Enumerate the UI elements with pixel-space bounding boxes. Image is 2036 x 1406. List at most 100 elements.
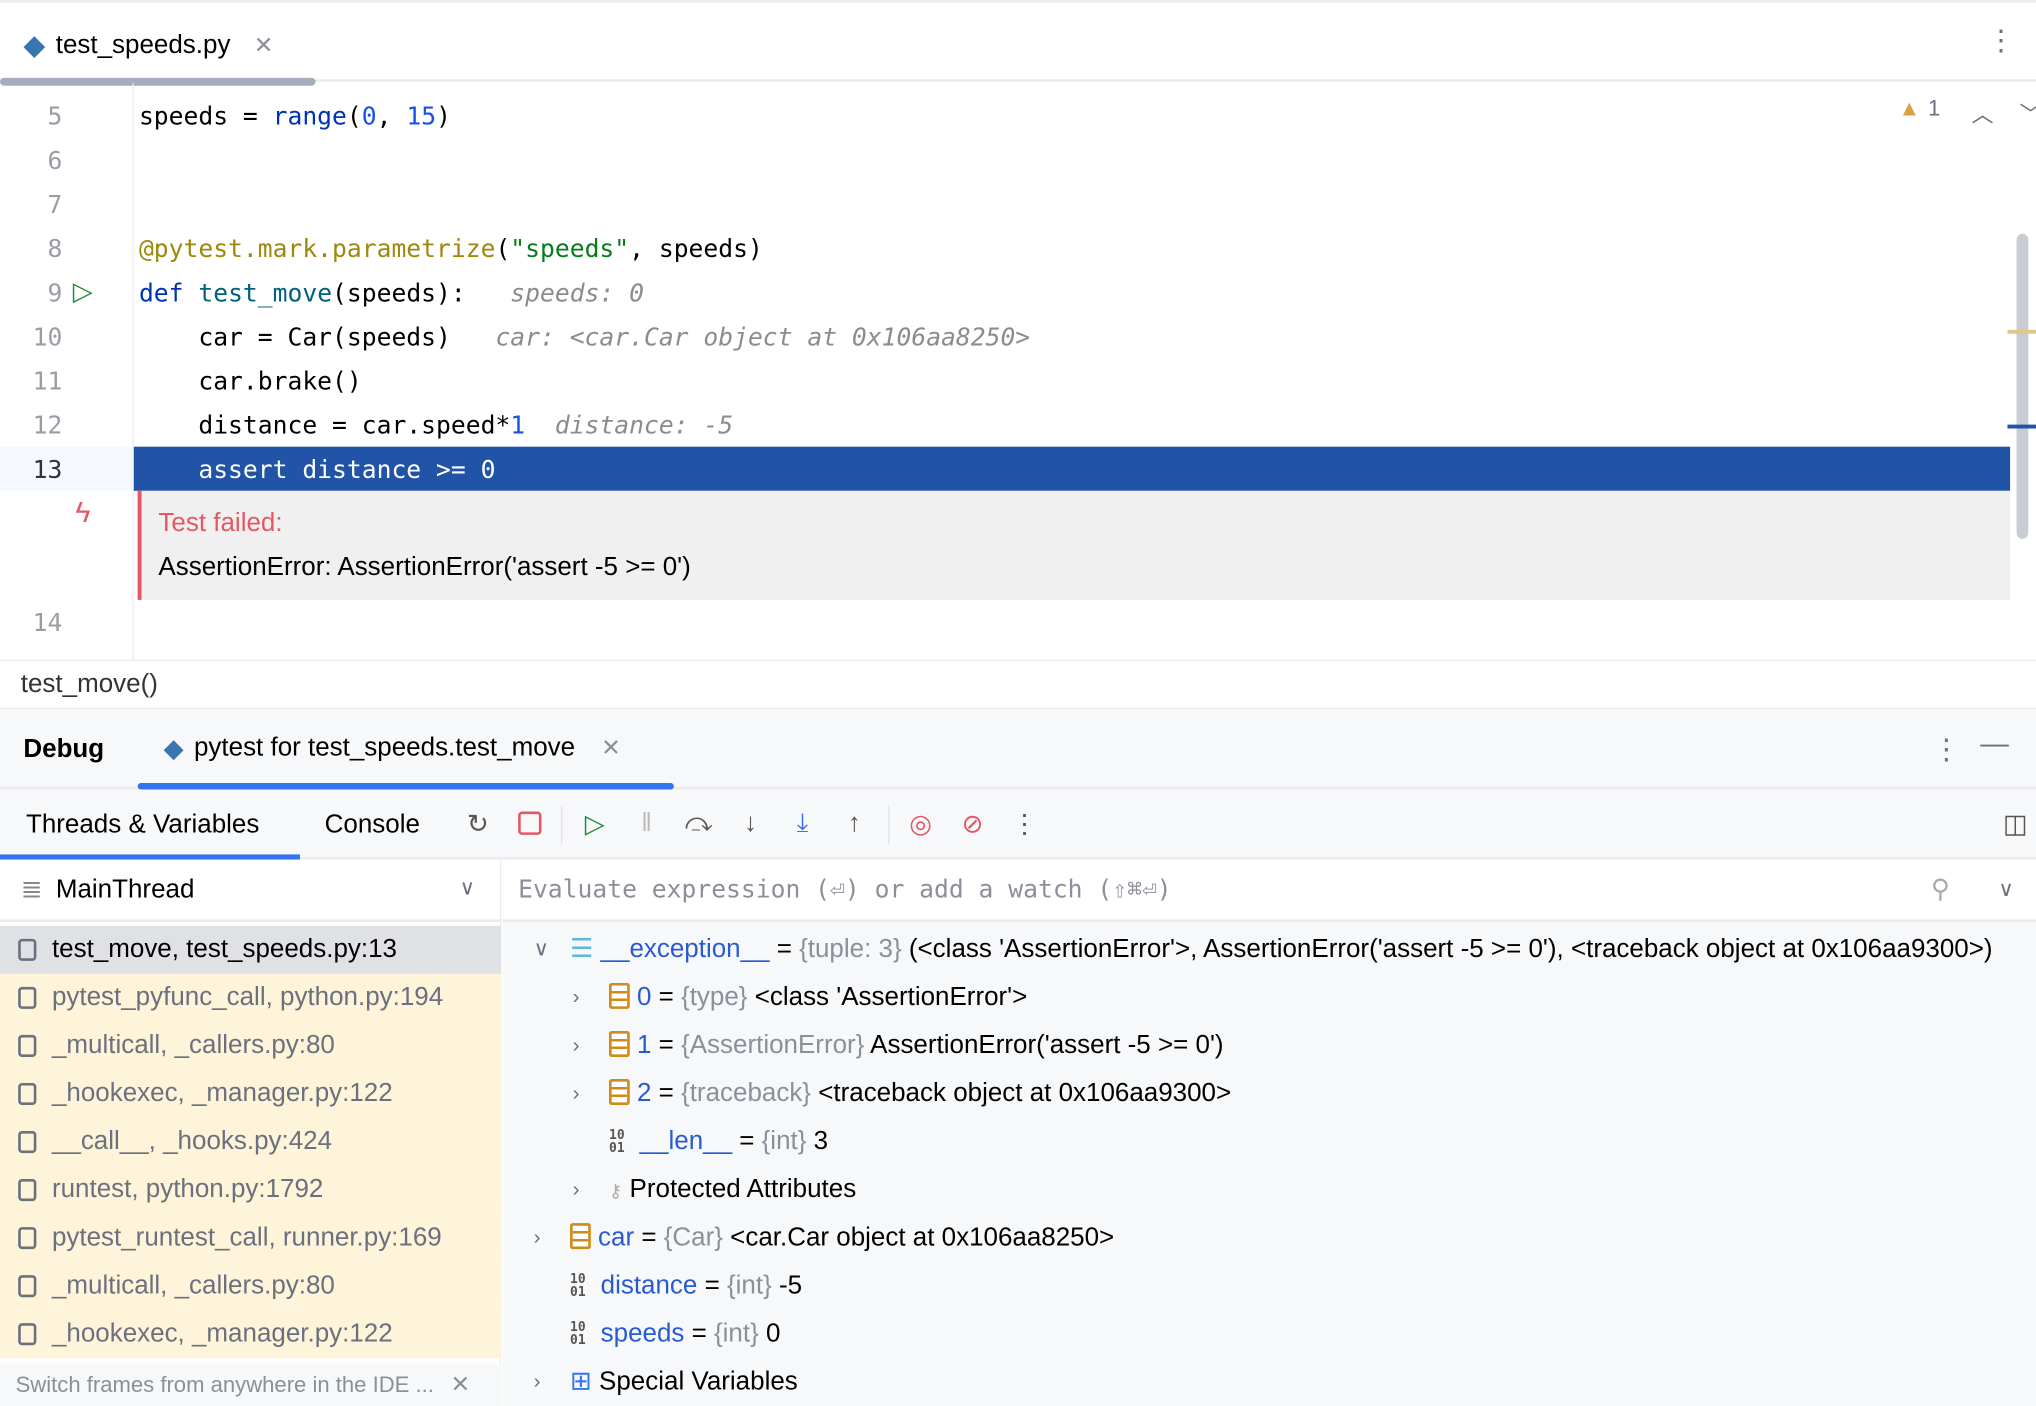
- evaluate-expression-field[interactable]: Evaluate expression (⏎) or add a watch (…: [502, 859, 2036, 922]
- debug-toolbar: Threads & Variables Console ↻ ▷ ‖ ⤼ ↓ ⤓ …: [0, 789, 2036, 860]
- code-token: range: [272, 102, 347, 132]
- code-token: 15: [406, 102, 437, 132]
- inspection-widget[interactable]: ▲ 1 ︿ ﹀: [1898, 96, 2036, 128]
- caret-marker: [2007, 424, 2036, 429]
- step-into-my-code-icon[interactable]: ⤓: [787, 808, 818, 839]
- code-token: distance: -5: [554, 411, 734, 441]
- line-number: 11: [32, 367, 63, 397]
- run-test-icon[interactable]: ▷: [73, 275, 93, 307]
- code-line: assert distance >= 0: [139, 448, 495, 492]
- line-number: 12: [32, 411, 63, 441]
- code-token: ): [436, 102, 451, 132]
- add-watch-icon[interactable]: ⚲: [1931, 873, 1950, 905]
- breadcrumb[interactable]: test_move(): [0, 659, 2036, 708]
- close-session-icon[interactable]: ✕: [601, 735, 621, 762]
- variable-row[interactable]: ∨ ☰ __exception__ = {tuple: 3} (<class 'A…: [503, 926, 2036, 974]
- minimize-icon[interactable]: —: [1980, 727, 2009, 761]
- tab-console[interactable]: Console: [325, 810, 420, 840]
- variable-row[interactable]: 10 01 distance = {int} -5: [503, 1262, 2036, 1310]
- stack-frame[interactable]: test_move, test_speeds.py:13: [0, 925, 502, 974]
- variable-value: AssertionError('assert -5 >= 0'): [870, 1031, 1224, 1060]
- chevron-down-icon: ∨: [459, 877, 475, 900]
- frame-label: _hookexec, _manager.py:122: [51, 1319, 393, 1348]
- tab-threads-variables[interactable]: Threads & Variables: [26, 810, 259, 840]
- code-token: ,: [376, 102, 407, 132]
- chevron-right-icon[interactable]: ›: [573, 1022, 580, 1070]
- chevron-down-icon[interactable]: ∨: [534, 926, 549, 974]
- variable-row[interactable]: › ⊞ Special Variables: [503, 1358, 2036, 1406]
- warning-marker: [2007, 329, 2036, 334]
- variable-row[interactable]: › car = {Car} <car.Car object at 0x106aa…: [503, 1214, 2036, 1262]
- more-options-icon[interactable]: ⋮: [1987, 23, 2016, 57]
- variable-value: <car.Car object at 0x106aa8250>: [730, 1223, 1115, 1252]
- chevron-right-icon[interactable]: ›: [573, 1070, 580, 1118]
- stack-frame[interactable]: runtest, python.py:1792: [0, 1166, 502, 1215]
- stack-frame[interactable]: _hookexec, _manager.py:122: [0, 1069, 502, 1119]
- line-number: 13: [32, 455, 63, 485]
- layout-settings-icon[interactable]: ◫: [2000, 808, 2031, 839]
- variable-row[interactable]: › 1 = {AssertionError} AssertionError('a…: [503, 1022, 2036, 1070]
- variable-type: {Car}: [663, 1223, 723, 1252]
- lightning-fail-icon: ϟ: [75, 496, 91, 529]
- list-icon: ☰: [570, 934, 594, 964]
- file-tab[interactable]: ◆ test_speeds.py ✕: [23, 26, 273, 65]
- code-line: car.brake(): [139, 360, 361, 404]
- step-over-icon[interactable]: ⤼: [683, 808, 714, 839]
- error-title: Test failed:: [158, 509, 283, 538]
- stack-frame[interactable]: _multicall, _callers.py:80: [0, 1021, 502, 1070]
- chevron-right-icon[interactable]: ›: [534, 1358, 541, 1406]
- chevron-right-icon[interactable]: ›: [534, 1214, 541, 1262]
- code-token: car = Car(speeds): [138, 323, 496, 352]
- file-tab-label: test_speeds.py: [55, 30, 231, 60]
- debug-tool-window-header: Debug ◆ pytest for test_speeds.test_move…: [0, 707, 2036, 790]
- variable-row[interactable]: › 2 = {traceback} <traceback object at 0…: [503, 1070, 2036, 1118]
- stack-frame[interactable]: __call__, _hooks.py:424: [0, 1118, 502, 1167]
- code-token: @pytest.mark.parametrize: [138, 235, 496, 264]
- stop-button[interactable]: [514, 808, 545, 839]
- frame-icon: [18, 986, 37, 1009]
- stack-frame[interactable]: pytest_pyfunc_call, python.py:194: [0, 973, 502, 1022]
- close-tab-icon[interactable]: ✕: [254, 32, 274, 59]
- step-into-icon[interactable]: ↓: [735, 808, 766, 839]
- stack-frame[interactable]: _multicall, _callers.py:80: [0, 1262, 502, 1311]
- line-number: 5: [47, 102, 63, 132]
- code-token: (: [495, 235, 511, 264]
- variable-value: 3: [813, 1127, 829, 1156]
- code-token: speeds =: [138, 102, 273, 132]
- variable-name: Special Variables: [599, 1367, 798, 1396]
- stack-frame[interactable]: pytest_runtest_call, runner.py:169: [0, 1214, 502, 1263]
- variable-type: {AssertionError}: [681, 1031, 865, 1060]
- variable-row[interactable]: › ⚷ Protected Attributes: [503, 1166, 2036, 1214]
- code-line: car = Car(speeds) car: <car.Car object a…: [139, 316, 1030, 360]
- chevron-down-icon[interactable]: ∨: [1998, 876, 2013, 902]
- variable-row[interactable]: 10 01 speeds = {int} 0: [503, 1310, 2036, 1358]
- frame-label: pytest_runtest_call, runner.py:169: [51, 1223, 442, 1252]
- line-number: 6: [47, 146, 63, 176]
- object-icon: [570, 1223, 591, 1250]
- chevron-right-icon[interactable]: ›: [573, 1166, 580, 1214]
- resume-icon[interactable]: ▷: [579, 808, 610, 839]
- variable-row[interactable]: › 0 = {type} <class 'AssertionError'>: [503, 974, 2036, 1022]
- stack-frame[interactable]: _hookexec, _manager.py:122: [0, 1310, 502, 1359]
- view-breakpoints-icon[interactable]: ◎: [905, 808, 936, 839]
- rerun-icon[interactable]: ↻: [462, 808, 493, 839]
- more-actions-icon[interactable]: ⋮: [1009, 808, 1040, 839]
- code-token: "speeds": [510, 235, 630, 264]
- warning-count: 1: [1928, 96, 1941, 121]
- code-token: car: <car.Car object at 0x106aa8250>: [495, 323, 1031, 352]
- close-hint-icon[interactable]: ✕: [450, 1371, 470, 1397]
- editor-scrollbar[interactable]: [2016, 233, 2029, 539]
- previous-highlight-icon[interactable]: ︿: [1972, 96, 1994, 128]
- thread-selector[interactable]: ≣ MainThread ∨: [0, 860, 502, 922]
- variable-row[interactable]: 10 01 __len__ = {int} 3: [503, 1118, 2036, 1166]
- more-options-icon[interactable]: ⋮: [1932, 732, 1961, 766]
- debug-session-tab[interactable]: ◆ pytest for test_speeds.test_move ✕: [164, 732, 621, 764]
- primitive-icon: 10 01: [570, 1272, 586, 1300]
- pause-icon[interactable]: ‖: [631, 808, 662, 839]
- chevron-right-icon[interactable]: ›: [573, 974, 580, 1022]
- mute-breakpoints-icon[interactable]: ⊘: [957, 808, 988, 839]
- step-out-icon[interactable]: ↑: [839, 808, 870, 839]
- next-highlight-icon[interactable]: ﹀: [2020, 96, 2036, 128]
- code-token: speeds: 0: [510, 279, 644, 308]
